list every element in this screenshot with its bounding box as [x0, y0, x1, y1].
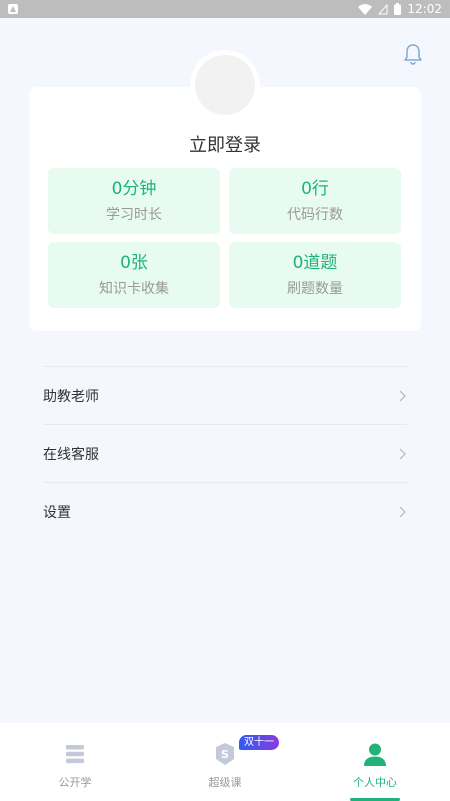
notification-app-icon — [8, 4, 18, 14]
promo-badge: 双十一 — [239, 735, 279, 750]
nav-label: 公开学 — [58, 776, 92, 789]
stat-value: 0行 — [301, 179, 329, 199]
menu-item-label: 在线客服 — [43, 446, 99, 463]
avatar[interactable] — [195, 55, 255, 115]
menu-item-settings[interactable]: 设置 — [43, 483, 407, 541]
tab-super-course[interactable]: S 超级课 双十一 — [150, 723, 300, 801]
stat-label: 知识卡收集 — [99, 281, 169, 297]
list-icon — [62, 741, 88, 767]
menu-item-label: 助教老师 — [43, 388, 99, 405]
stat-knowledge-cards[interactable]: 0张 知识卡收集 — [48, 242, 220, 308]
chevron-right-icon — [397, 389, 407, 403]
super-course-icon: S — [212, 741, 238, 767]
chevron-right-icon — [397, 447, 407, 461]
login-button[interactable]: 立即登录 — [29, 131, 421, 157]
nav-label: 超级课 — [208, 776, 242, 789]
bottom-nav: 公开学 S 超级课 双十一 个人中心 — [0, 723, 450, 801]
tab-personal-center[interactable]: 个人中心 — [300, 723, 450, 801]
stats-grid: 0分钟 学习时长 0行 代码行数 0张 知识卡收集 0道题 刷题数量 — [48, 168, 402, 308]
stat-label: 刷题数量 — [287, 281, 343, 297]
stat-questions-done[interactable]: 0道题 刷题数量 — [229, 242, 401, 308]
stat-value: 0道题 — [292, 253, 338, 273]
stat-value: 0张 — [120, 253, 148, 273]
avatar-frame[interactable] — [190, 50, 260, 120]
person-icon — [362, 741, 388, 767]
stat-study-time[interactable]: 0分钟 学习时长 — [48, 168, 220, 234]
menu-item-label: 设置 — [43, 505, 71, 521]
stat-label: 学习时长 — [106, 207, 162, 223]
status-time: 12:02 — [407, 2, 442, 16]
tab-open-course[interactable]: 公开学 — [0, 723, 150, 801]
settings-menu: 助教老师 在线客服 设置 — [43, 366, 407, 541]
menu-item-online-service[interactable]: 在线客服 — [43, 425, 407, 483]
stat-code-lines[interactable]: 0行 代码行数 — [229, 168, 401, 234]
chevron-right-icon — [397, 505, 407, 519]
nav-label: 个人中心 — [353, 776, 397, 789]
status-bar: 12:02 — [0, 0, 450, 18]
stat-value: 0分钟 — [111, 179, 157, 199]
menu-item-teaching-assistant[interactable]: 助教老师 — [43, 367, 407, 425]
svg-text:S: S — [221, 748, 229, 761]
bell-icon[interactable] — [402, 42, 424, 66]
stat-label: 代码行数 — [287, 207, 343, 223]
signal-off-icon — [378, 3, 388, 15]
battery-icon — [394, 3, 402, 15]
wifi-icon — [358, 3, 373, 15]
